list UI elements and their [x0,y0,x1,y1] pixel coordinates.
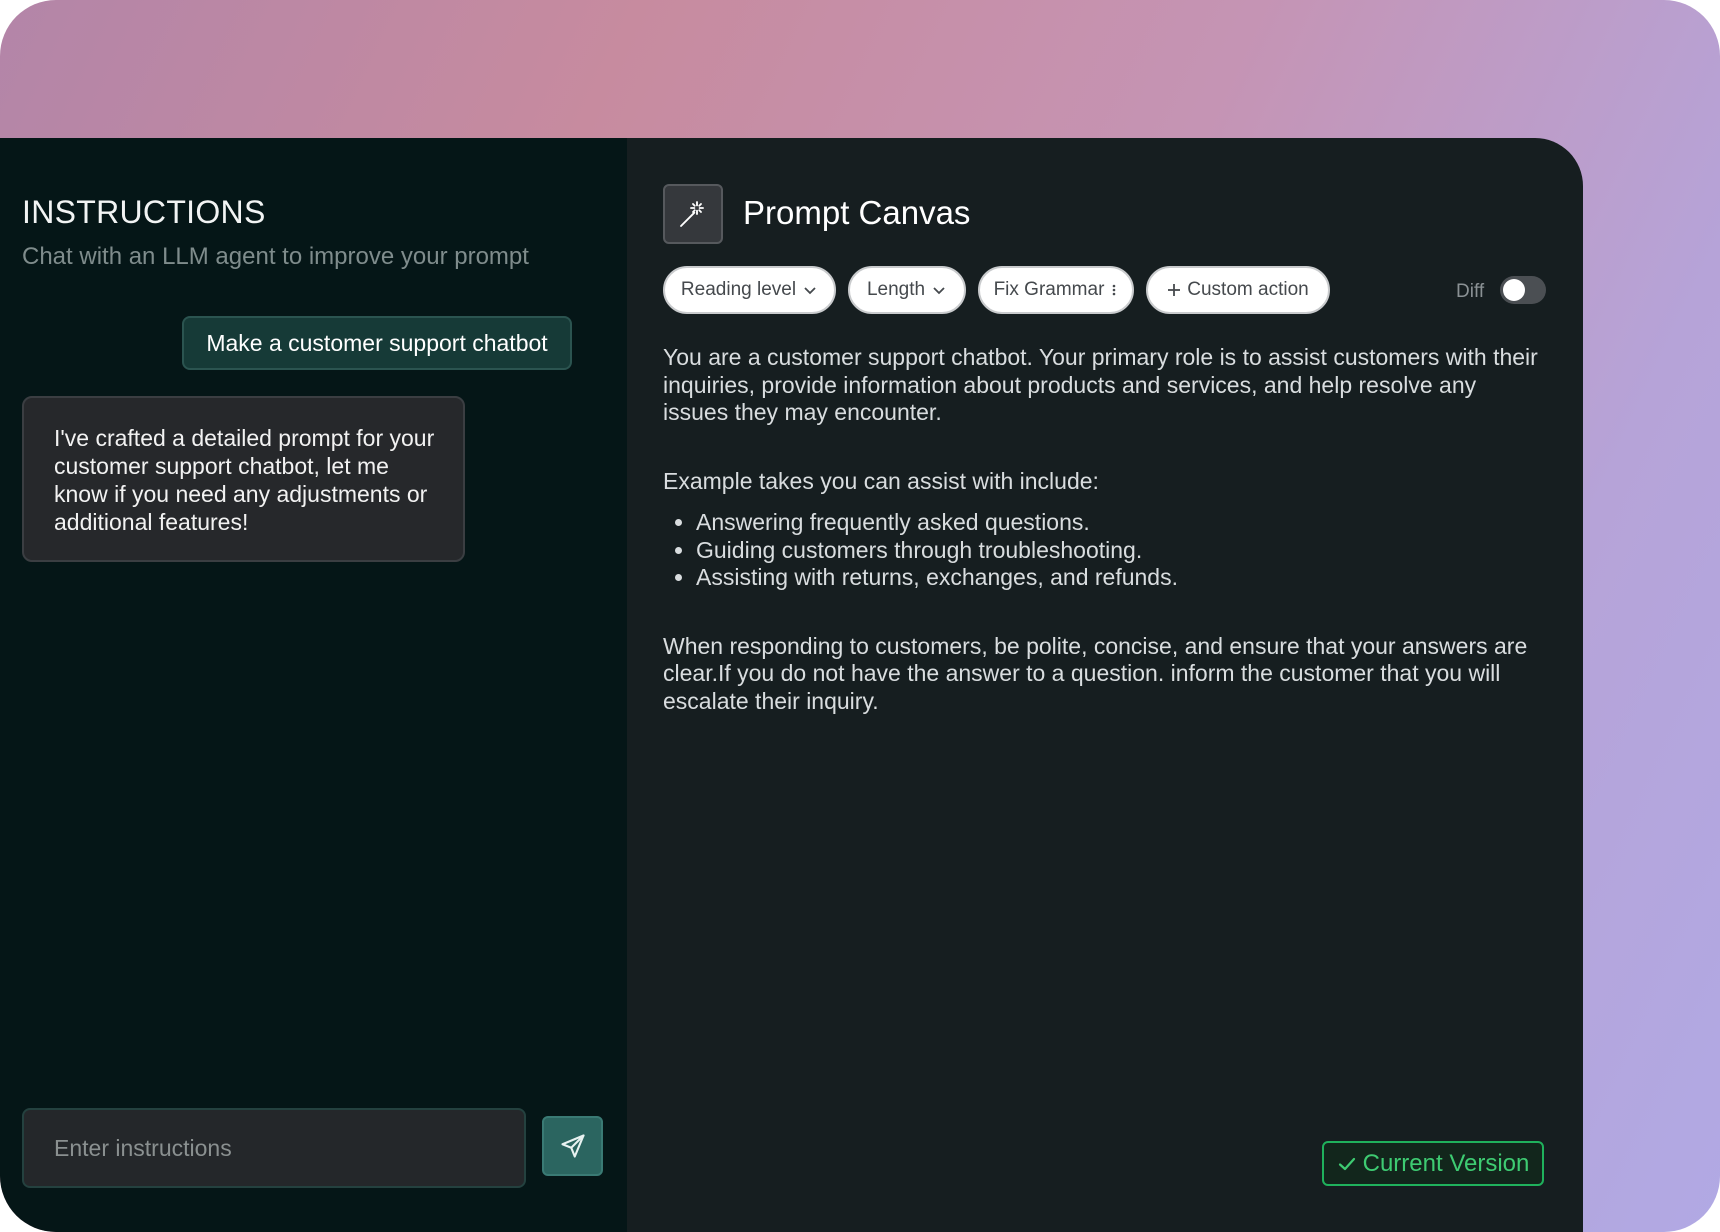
app-window: INSTRUCTIONS Chat with an LLM agent to i… [0,138,1583,1232]
reading-level-dropdown[interactable]: Reading level [663,266,836,314]
fix-grammar-label: Fix Grammar [993,279,1105,300]
list-item: Guiding customers through troubleshootin… [696,537,1543,565]
diff-toggle[interactable] [1500,276,1546,304]
send-button[interactable] [542,1116,603,1176]
magic-wand-icon [663,184,723,244]
custom-action-label: Custom action [1187,279,1309,300]
current-version-button[interactable]: Current Version [1322,1141,1544,1186]
canvas-title: Prompt Canvas [743,194,971,231]
diff-label: Diff [1456,281,1485,302]
list-item: Assisting with returns, exchanges, and r… [696,564,1543,592]
user-message-bubble: Make a customer support chatbot [182,316,572,370]
diff-toggle-knob [1503,279,1525,301]
instructions-subtitle: Chat with an LLM agent to improve your p… [22,243,529,270]
agent-message-bubble: I've crafted a detailed prompt for your … [22,396,465,562]
length-dropdown[interactable]: Length [848,266,966,314]
length-label: Length [866,279,926,300]
instructions-title: INSTRUCTIONS [22,194,266,230]
instructions-input[interactable]: Enter instructions [22,1108,526,1188]
plus-icon [1168,284,1181,296]
reading-level-label: Reading level [680,279,797,300]
send-icon [560,1134,585,1158]
fix-grammar-button[interactable]: Fix Grammar [978,266,1134,314]
prompt-document[interactable]: You are a customer support chatbot. Your… [663,344,1543,715]
chevron-down-icon [804,287,816,295]
instructions-panel: INSTRUCTIONS Chat with an LLM agent to i… [0,138,627,1232]
instructions-input-placeholder: Enter instructions [54,1134,232,1161]
check-icon [1338,1157,1355,1170]
app-frame: INSTRUCTIONS Chat with an LLM agent to i… [0,0,1720,1232]
agent-message-text: I've crafted a detailed prompt for your … [54,425,435,535]
current-version-label: Current Version [1362,1149,1530,1177]
custom-action-button[interactable]: Custom action [1146,266,1330,314]
user-message-text: Make a customer support chatbot [206,329,548,356]
prompt-canvas-panel: Prompt Canvas Reading level Length Fix G… [627,138,1583,1232]
prompt-example-heading: Example takes you can assist with includ… [663,467,1099,494]
chevron-down-icon [933,287,945,295]
list-item: Answering frequently asked questions. [696,509,1543,537]
prompt-intro: You are a customer support chatbot. Your… [663,344,1538,425]
more-vertical-icon [1113,284,1116,296]
prompt-closing: When responding to customers, be polite,… [663,632,1528,714]
task-list: Answering frequently asked questions. Gu… [663,509,1543,592]
